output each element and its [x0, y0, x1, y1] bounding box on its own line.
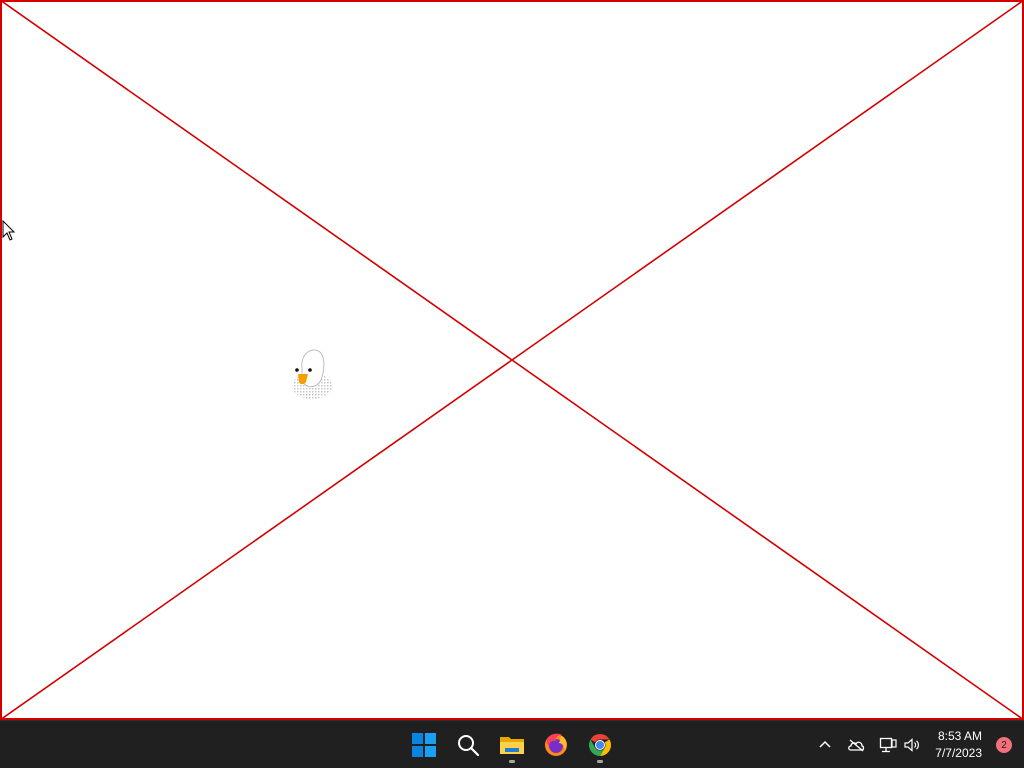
mouse-pointer-icon [2, 220, 16, 241]
clock-date: 7/7/2023 [935, 746, 982, 760]
firefox-button[interactable] [538, 725, 574, 765]
start-button[interactable] [406, 725, 442, 765]
taskbar-pinned-apps [406, 721, 618, 768]
desktop[interactable] [0, 0, 1024, 720]
system-tray: 8:53 AM 7/7/2023 2 [811, 721, 1024, 768]
show-hidden-icons-button[interactable] [811, 725, 839, 765]
chrome-button[interactable] [582, 725, 618, 765]
onedrive-button[interactable] [839, 725, 873, 765]
network-icon [880, 737, 897, 753]
quick-settings-button[interactable] [873, 725, 927, 765]
clock-time: 8:53 AM [937, 729, 982, 743]
running-indicator [509, 760, 515, 763]
onedrive-offline-icon [848, 739, 865, 752]
clock-button[interactable]: 8:53 AM 7/7/2023 [927, 725, 990, 765]
file-explorer-button[interactable] [494, 725, 530, 765]
running-indicator [597, 760, 603, 763]
desktop-goose-pet[interactable] [288, 346, 336, 402]
firefox-icon [545, 733, 567, 756]
chevron-up-icon [819, 740, 831, 748]
chrome-icon [589, 734, 611, 756]
search-button[interactable] [450, 725, 486, 765]
volume-icon [904, 738, 920, 752]
search-icon [458, 735, 480, 757]
broken-image-placeholder [0, 0, 1024, 720]
windows-logo-icon [412, 733, 436, 757]
taskbar: 8:53 AM 7/7/2023 2 [0, 720, 1024, 768]
notification-badge[interactable]: 2 [996, 737, 1012, 753]
folder-icon [500, 737, 524, 754]
